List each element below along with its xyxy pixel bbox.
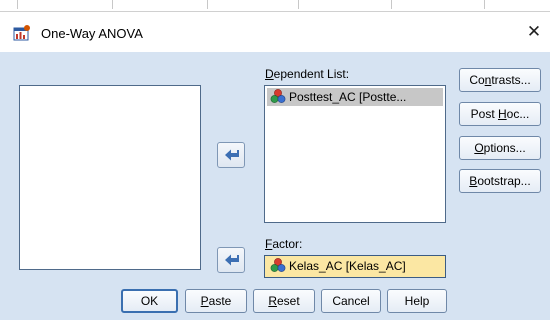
mnemonic-char: D: [265, 67, 274, 81]
mnemonic-char: H: [498, 107, 507, 121]
arrow-left-icon: [225, 149, 239, 161]
label-text: ependent List:: [273, 67, 350, 81]
column-divider: [484, 0, 485, 9]
background-window-strip: [0, 0, 550, 12]
factor-field[interactable]: Kelas_AC [Kelas_AC]: [264, 255, 446, 278]
column-divider: [112, 0, 113, 9]
column-divider: [298, 0, 299, 9]
variable-name: Kelas_AC [Kelas_AC]: [289, 259, 406, 273]
help-button[interactable]: Help: [387, 289, 447, 313]
mnemonic-char: R: [268, 294, 277, 308]
options-button[interactable]: Options...: [459, 136, 541, 160]
variable-name: Posttest_AC [Postte...: [289, 90, 407, 104]
paste-button[interactable]: Paste: [185, 289, 247, 313]
scale-variable-icon: [270, 88, 286, 104]
contrasts-button[interactable]: Contrasts...: [459, 68, 541, 92]
source-variable-list[interactable]: [19, 85, 201, 270]
arrow-left-icon: [225, 254, 239, 266]
dependent-list-label: Dependent List:: [265, 67, 349, 81]
button-text: ptions...: [483, 141, 526, 155]
column-divider: [207, 0, 208, 9]
close-button[interactable]: ✕: [522, 20, 546, 44]
mnemonic-char: P: [200, 294, 209, 308]
move-to-dependent-button[interactable]: [217, 142, 245, 168]
nominal-variable-icon: [270, 257, 286, 273]
button-text: Co: [469, 73, 485, 87]
button-text: trasts...: [491, 73, 531, 87]
cancel-button[interactable]: Cancel: [321, 289, 381, 313]
factor-label: Factor:: [265, 237, 302, 251]
dialog-body: Dependent List: Posttest_AC [Postte... F…: [0, 52, 550, 320]
ok-button[interactable]: OK: [121, 289, 178, 313]
mnemonic-char: O: [474, 141, 484, 155]
title-bar: One-Way ANOVA ✕: [0, 12, 550, 52]
button-text: ootstrap...: [477, 174, 531, 188]
button-text: eset: [276, 294, 300, 308]
dependent-list[interactable]: Posttest_AC [Postte...: [264, 85, 446, 223]
spss-app-icon: [13, 25, 31, 41]
factor-variable[interactable]: Kelas_AC [Kelas_AC]: [267, 257, 406, 276]
button-text: Cancel: [332, 294, 370, 308]
button-text: aste: [208, 294, 232, 308]
button-text: Help: [404, 294, 430, 308]
button-text: oc...: [506, 107, 530, 121]
list-item[interactable]: Posttest_AC [Postte...: [267, 88, 443, 106]
window-title: One-Way ANOVA: [41, 26, 143, 41]
post-hoc-button[interactable]: Post Hoc...: [459, 102, 541, 126]
move-to-factor-button[interactable]: [217, 247, 245, 273]
button-text: OK: [140, 294, 159, 308]
column-divider: [17, 0, 18, 9]
label-text: actor:: [272, 237, 303, 251]
column-divider: [391, 0, 392, 9]
bootstrap-button[interactable]: Bootstrap...: [459, 169, 541, 193]
button-text: Post: [470, 107, 498, 121]
reset-button[interactable]: Reset: [253, 289, 315, 313]
